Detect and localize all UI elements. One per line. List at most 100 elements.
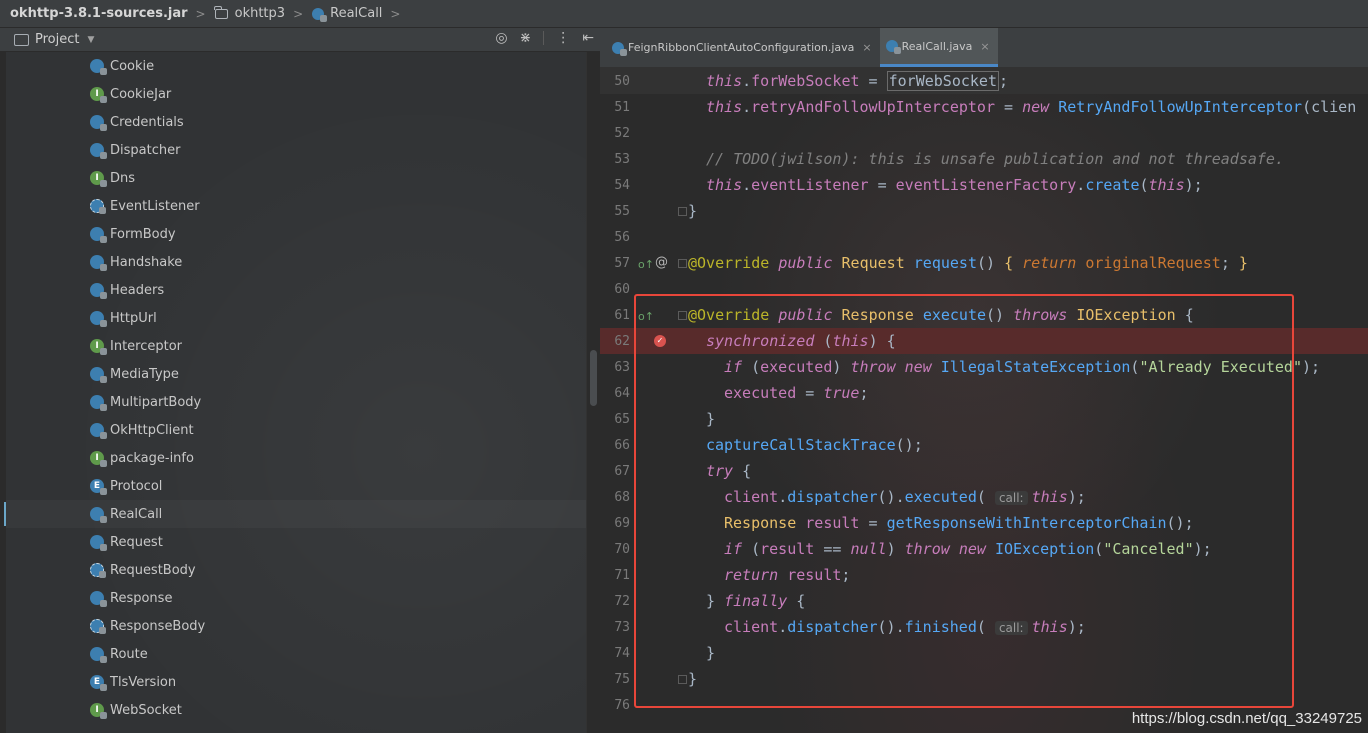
tree-item-label: Route xyxy=(110,646,148,662)
project-scrollbar[interactable] xyxy=(586,52,600,733)
tree-item-eventlistener[interactable]: EventListener xyxy=(6,192,586,220)
tree-item-label: HttpUrl xyxy=(110,310,157,326)
code-line[interactable]: 69 Response result = getResponseWithInte… xyxy=(600,510,1368,536)
project-view-selector[interactable]: Project xyxy=(35,32,79,47)
code-line[interactable]: 51 this.retryAndFollowUpInterceptor = ne… xyxy=(600,94,1368,120)
tree-item-formbody[interactable]: FormBody xyxy=(6,220,586,248)
scrollbar-thumb[interactable] xyxy=(590,350,597,406)
tree-item-dns[interactable]: I Dns xyxy=(6,164,586,192)
more-options-icon[interactable]: ⋮ xyxy=(556,30,570,46)
code-line[interactable]: 50 this.forWebSocket = forWebSocket; xyxy=(600,68,1368,94)
close-icon[interactable]: × xyxy=(862,41,871,54)
tree-item-headers[interactable]: Headers xyxy=(6,276,586,304)
tree-item-multipartbody[interactable]: MultipartBody xyxy=(6,388,586,416)
abstract-icon xyxy=(90,563,106,578)
tree-item-handshake[interactable]: Handshake xyxy=(6,248,586,276)
code-line[interactable]: 60 xyxy=(600,276,1368,302)
breakpoint-icon[interactable]: ✓ xyxy=(654,335,666,347)
code-line[interactable]: 63 if (executed) throw new IllegalStateE… xyxy=(600,354,1368,380)
tree-item-httpurl[interactable]: HttpUrl xyxy=(6,304,586,332)
code-line[interactable]: 57 o↑ @ @Override public Request request(… xyxy=(600,250,1368,276)
tree-item-label: package-info xyxy=(110,450,194,466)
chevron-right-icon: > xyxy=(195,6,206,21)
code-line[interactable]: 64 executed = true; xyxy=(600,380,1368,406)
fold-marker-icon[interactable] xyxy=(678,207,687,216)
code-line[interactable]: 61 o↑ @Override public Response execute(… xyxy=(600,302,1368,328)
code-line[interactable]: 65 } xyxy=(600,406,1368,432)
tree-item-label: Headers xyxy=(110,282,165,298)
tree-item-cookiejar[interactable]: I CookieJar xyxy=(6,80,586,108)
tree-item-requestbody[interactable]: RequestBody xyxy=(6,556,586,584)
tree-item-label: ResponseBody xyxy=(110,618,206,634)
tree-item-tlsversion[interactable]: E TlsVersion xyxy=(6,668,586,696)
line-number: 76 xyxy=(614,697,630,713)
breadcrumb-package[interactable]: okhttp3 xyxy=(235,6,285,21)
code-text: if (executed) throw new IllegalStateExce… xyxy=(724,358,1321,376)
gutter xyxy=(630,68,684,94)
project-tree: Cookie I CookieJar Credentials Dispatcher I Dn… xyxy=(4,52,586,724)
line-number: 52 xyxy=(614,125,630,141)
code-line[interactable]: 74 } xyxy=(600,640,1368,666)
code-line[interactable]: 68 client.dispatcher().executed( call: th… xyxy=(600,484,1368,510)
panel-toolbar: ◎ ⋇ ⋮ ⇤ xyxy=(495,30,594,46)
tree-item-mediatype[interactable]: MediaType xyxy=(6,360,586,388)
breadcrumb-class[interactable]: RealCall xyxy=(330,6,382,21)
code-line[interactable]: 52 xyxy=(600,120,1368,146)
parameter-hint: call: xyxy=(994,491,1028,505)
code-line[interactable]: 75 } xyxy=(600,666,1368,692)
chevron-right-icon: > xyxy=(293,6,304,21)
code-line[interactable]: 56 xyxy=(600,224,1368,250)
code-line[interactable]: 66 captureCallStackTrace(); xyxy=(600,432,1368,458)
class-icon xyxy=(885,40,901,54)
fold-marker-icon[interactable] xyxy=(678,675,687,684)
tree-item-response[interactable]: Response xyxy=(6,584,586,612)
code-text: try { xyxy=(706,462,752,480)
tree-item-request[interactable]: Request xyxy=(6,528,586,556)
tab-label: FeignRibbonClientAutoConfiguration.java xyxy=(628,41,855,54)
class-icon xyxy=(90,115,107,131)
code-line[interactable]: 70 if (result == null) throw new IOExcep… xyxy=(600,536,1368,562)
line-number: 51 xyxy=(614,99,630,115)
line-number: 56 xyxy=(614,229,630,245)
hide-panel-icon[interactable]: ⇤ xyxy=(582,30,594,46)
tree-item-package-info[interactable]: Ipackage-info xyxy=(6,444,586,472)
fold-marker-icon[interactable] xyxy=(678,259,687,268)
tree-item-credentials[interactable]: Credentials xyxy=(6,108,586,136)
code-comment: // TODO(jwilson): this is unsafe publica… xyxy=(706,150,1284,168)
gutter xyxy=(630,120,684,146)
collapse-all-icon[interactable]: ⋇ xyxy=(520,30,532,46)
code-text: Response result = getResponseWithInterce… xyxy=(724,514,1194,532)
code-area[interactable]: 50 this.forWebSocket = forWebSocket; 51 … xyxy=(600,58,1368,718)
fold-marker-icon[interactable] xyxy=(678,311,687,320)
breadcrumb-jar[interactable]: okhttp-3.8.1-sources.jar xyxy=(10,6,188,21)
tree-item-responsebody[interactable]: ResponseBody xyxy=(6,612,586,640)
tree-item-dispatcher[interactable]: Dispatcher xyxy=(6,136,586,164)
code-line[interactable]: 73 client.dispatcher().finished( call: th… xyxy=(600,614,1368,640)
tree-item-okhttpclient[interactable]: OkHttpClient xyxy=(6,416,586,444)
line-number: 63 xyxy=(614,359,630,375)
close-icon[interactable]: × xyxy=(980,40,989,53)
tree-item-websocket[interactable]: I WebSocket xyxy=(6,696,586,724)
locate-icon[interactable]: ◎ xyxy=(495,30,507,46)
code-line[interactable]: 53 // TODO(jwilson): this is unsafe publ… xyxy=(600,146,1368,172)
class-icon xyxy=(312,7,328,22)
code-line[interactable]: 72 } finally { xyxy=(600,588,1368,614)
breakpoint-line[interactable]: 62 ✓ synchronized (this) { xyxy=(600,328,1368,354)
override-marker-icon[interactable]: o↑ xyxy=(638,258,654,271)
tree-item-realcall[interactable]: RealCall xyxy=(4,500,586,528)
class-icon xyxy=(90,227,107,243)
code-text: @Override public Request request() { ret… xyxy=(688,254,1248,272)
code-line[interactable]: 71 return result; xyxy=(600,562,1368,588)
tree-item-route[interactable]: Route xyxy=(6,640,586,668)
tree-item-cookie[interactable]: Cookie xyxy=(6,52,586,80)
code-line[interactable]: 67 try { xyxy=(600,458,1368,484)
override-marker-icon[interactable]: o↑ xyxy=(638,310,654,323)
chevron-down-icon[interactable]: ▼ xyxy=(87,35,94,45)
code-text: executed = true; xyxy=(724,384,869,402)
code-line[interactable]: 55 } xyxy=(600,198,1368,224)
tree-item-label: RealCall xyxy=(110,506,163,522)
code-line[interactable] xyxy=(600,54,1368,64)
code-line[interactable]: 54 this.eventListener = eventListenerFac… xyxy=(600,172,1368,198)
tree-item-protocol[interactable]: E Protocol xyxy=(6,472,586,500)
tree-item-interceptor[interactable]: I Interceptor xyxy=(6,332,586,360)
